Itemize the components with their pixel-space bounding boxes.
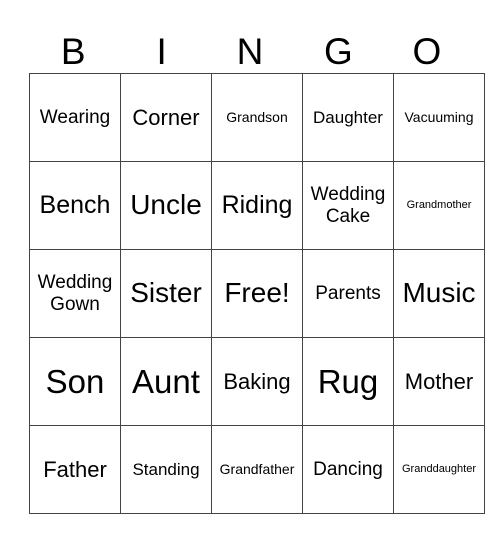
card-row: Father Standing Grandfather Dancing Gran…	[29, 425, 485, 514]
card-cell[interactable]: Corner	[120, 73, 212, 162]
card-cell[interactable]: Uncle	[120, 161, 212, 250]
card-row: Son Aunt Baking Rug Mother	[29, 337, 485, 426]
card-cell[interactable]: Granddaughter	[393, 425, 485, 514]
card-cell[interactable]: Parents	[302, 249, 394, 338]
card-cell[interactable]: Wedding Cake	[302, 161, 394, 250]
card-cell[interactable]: Wearing	[29, 73, 121, 162]
card-cell[interactable]: Son	[29, 337, 121, 426]
card-cell[interactable]: Bench	[29, 161, 121, 250]
card-cell[interactable]: Vacuuming	[393, 73, 485, 162]
free-space[interactable]: Free!	[211, 249, 303, 338]
header-letter-i: I	[156, 31, 167, 72]
card-cell[interactable]: Grandfather	[211, 425, 303, 514]
header-letter-n: N	[236, 31, 264, 72]
card-row: Wedding Gown Sister Free! Parents Music	[29, 249, 485, 338]
card-cell[interactable]: Wedding Gown	[29, 249, 121, 338]
card-cell[interactable]: Aunt	[120, 337, 212, 426]
card-cell[interactable]: Music	[393, 249, 485, 338]
card-cell[interactable]: Grandson	[211, 73, 303, 162]
card-cell[interactable]: Daughter	[302, 73, 394, 162]
header-letter-g: G	[324, 31, 353, 72]
card-cell[interactable]: Sister	[120, 249, 212, 338]
card-cell[interactable]: Mother	[393, 337, 485, 426]
card-row: Bench Uncle Riding Wedding Cake Grandmot…	[29, 161, 485, 250]
card-cell[interactable]: Baking	[211, 337, 303, 426]
bingo-card: Wearing Corner Grandson Daughter Vacuumi…	[29, 73, 485, 514]
header-letter-o: O	[412, 31, 442, 72]
card-row: Wearing Corner Grandson Daughter Vacuumi…	[29, 73, 485, 162]
card-cell[interactable]: Rug	[302, 337, 394, 426]
header-letter-b: B	[60, 31, 86, 72]
card-cell[interactable]: Grandmother	[393, 161, 485, 250]
card-cell[interactable]: Father	[29, 425, 121, 514]
card-cell[interactable]: Riding	[211, 161, 303, 250]
card-cell[interactable]: Dancing	[302, 425, 394, 514]
card-cell[interactable]: Standing	[120, 425, 212, 514]
bingo-header: B I N G O	[29, 30, 471, 74]
